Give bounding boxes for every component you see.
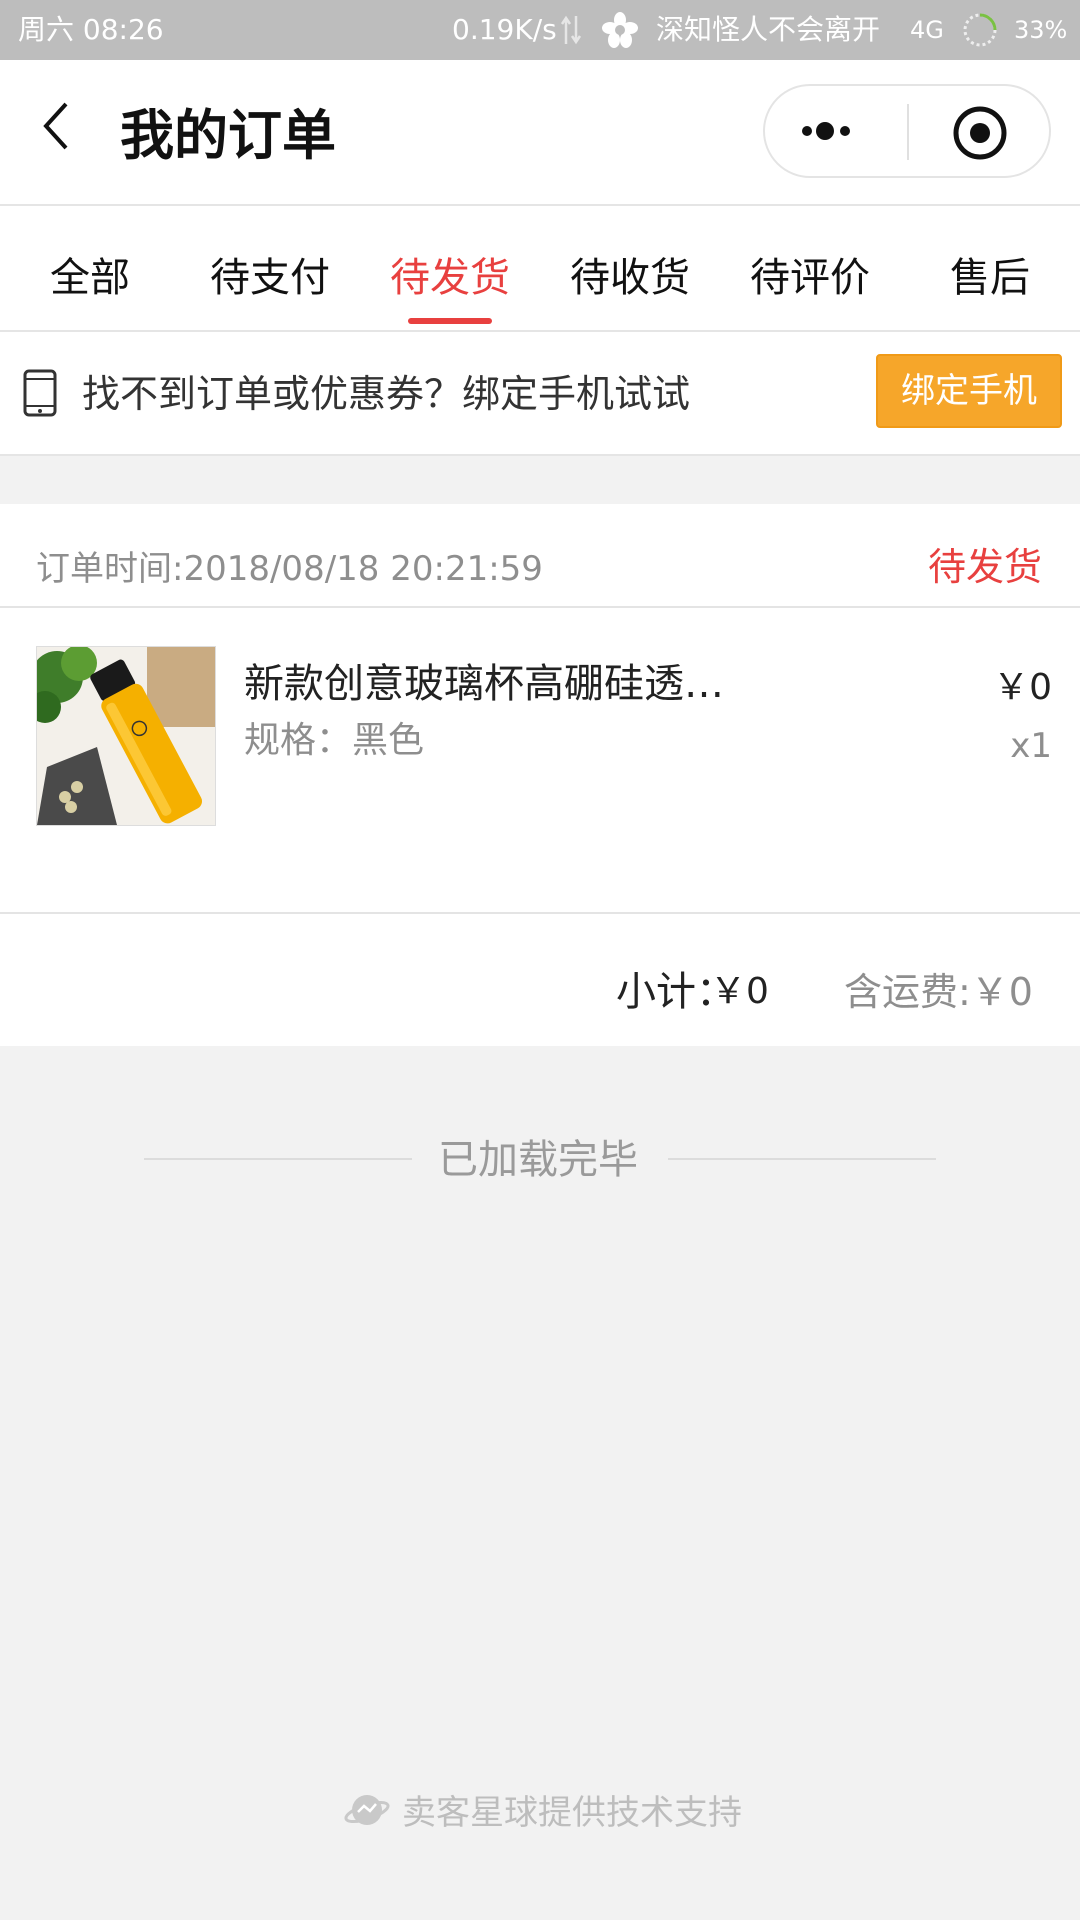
tab-after-sales[interactable]: 售后 xyxy=(910,206,1070,330)
product-quantity: x1 xyxy=(1010,726,1052,766)
tab-pending-review[interactable]: 待评价 xyxy=(730,206,890,330)
planet-logo-icon xyxy=(344,1790,390,1830)
more-button[interactable] xyxy=(785,96,885,166)
status-carrier: 深知怪人不会离开 xyxy=(656,13,881,46)
data-arrows-icon xyxy=(560,14,582,46)
bind-phone-button[interactable]: 绑定手机 xyxy=(876,354,1062,428)
order-status: 待发货 xyxy=(928,545,1043,589)
tab-all[interactable]: 全部 xyxy=(10,206,170,330)
status-network: 4G xyxy=(910,16,944,44)
tab-pending-shipment[interactable]: 待发货 xyxy=(370,206,530,330)
status-bar: 周六 08:26 0.19K/s 深知怪人不会离开 4G 33% xyxy=(0,0,1080,60)
subtotal-value: ￥0 xyxy=(710,971,769,1012)
nav-bar: 我的订单 xyxy=(0,60,1080,206)
end-line-right xyxy=(668,1158,936,1160)
tab-pending-payment[interactable]: 待支付 xyxy=(190,206,350,330)
flower-icon xyxy=(602,12,638,48)
chevron-left-icon xyxy=(43,102,68,150)
battery-ring-icon xyxy=(962,12,998,48)
list-end-text: 已加载完毕 xyxy=(438,1137,638,1183)
back-button[interactable] xyxy=(30,96,90,156)
product-spec: 规格：黑色 xyxy=(244,720,425,761)
tab-label: 待评价 xyxy=(750,255,870,301)
shipping-fee: 含运费:￥0 xyxy=(844,970,1033,1014)
close-miniapp-button[interactable] xyxy=(945,98,1015,168)
tab-label: 售后 xyxy=(950,255,1030,301)
target-circle-icon xyxy=(953,106,1007,160)
order-tabs: 全部 待支付 待发货 待收货 待评价 售后 xyxy=(0,206,1080,332)
status-day-time: 周六 08:26 xyxy=(18,13,164,46)
capsule-menu xyxy=(763,84,1051,178)
product-title[interactable]: 新款创意玻璃杯高硼硅透… xyxy=(244,654,764,714)
tab-label: 待收货 xyxy=(570,255,690,301)
product-price: ￥0 xyxy=(993,667,1052,708)
order-card[interactable]: 订单时间:2018/08/18 20:21:59 待发货 新款创意玻璃杯高硼硅透… xyxy=(0,504,1080,1046)
bind-phone-message: 找不到订单或优惠券？绑定手机试试 xyxy=(82,372,691,416)
page-title: 我的订单 xyxy=(120,104,336,167)
tab-label: 待发货 xyxy=(390,255,510,301)
capsule-divider xyxy=(907,104,909,160)
order-time: 订单时间:2018/08/18 20:21:59 xyxy=(36,549,543,589)
tab-pending-receipt[interactable]: 待收货 xyxy=(550,206,710,330)
end-line-left xyxy=(144,1158,412,1160)
bind-phone-bar: 找不到订单或优惠券？绑定手机试试 绑定手机 xyxy=(0,332,1080,456)
status-battery: 33% xyxy=(1014,16,1068,44)
powered-by-text: 卖客星球提供技术支持 xyxy=(402,1793,742,1833)
product-thumbnail[interactable] xyxy=(36,646,216,826)
status-net-speed: 0.19K/s xyxy=(452,13,557,46)
more-dots-icon xyxy=(802,122,850,140)
phone-icon xyxy=(22,368,58,418)
tab-label: 全部 xyxy=(50,255,130,301)
active-tab-indicator xyxy=(408,318,492,324)
glass-bottle-image xyxy=(37,647,215,825)
tab-label: 待支付 xyxy=(210,255,330,301)
divider xyxy=(0,606,1080,608)
divider xyxy=(0,912,1080,914)
